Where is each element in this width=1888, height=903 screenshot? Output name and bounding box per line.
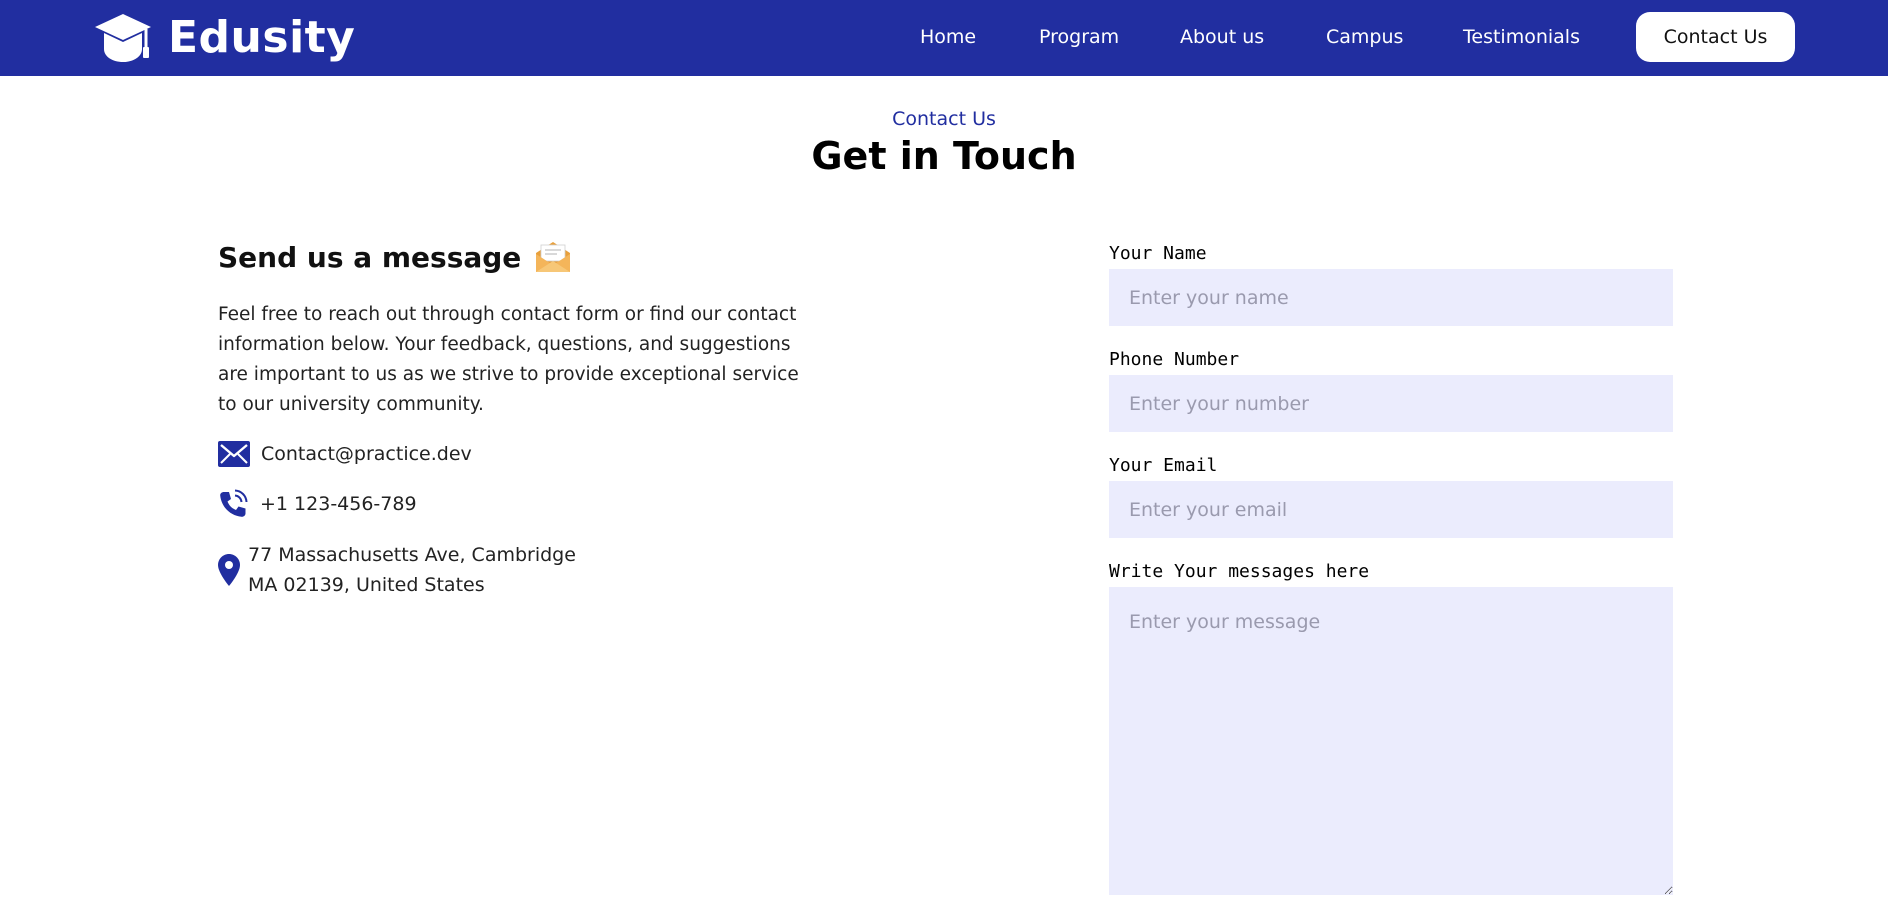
nav-link-program[interactable]: Program [1039,26,1119,48]
contact-address: 77 Massachusetts Ave, Cambridge MA 02139… [248,540,576,600]
contact-email[interactable]: Contact@practice.dev [261,439,472,469]
message-paragraph: Feel free to reach out through contact f… [218,304,799,415]
phone-input[interactable] [1109,375,1673,432]
email-label: Your Email [1109,455,1218,476]
message-textarea[interactable] [1109,587,1673,895]
brand-logo[interactable]: Edusity [94,10,355,66]
message-label: Write Your messages here [1109,561,1370,582]
brand-name: Edusity [168,12,356,63]
name-label: Your Name [1109,243,1207,264]
address-line-2: MA 02139, United States [248,574,485,596]
message-heading: Send us a message [218,240,573,274]
contact-phone-row: +1 123-456-789 [218,489,417,519]
navbar: Edusity Home Program About us Campus Tes… [0,0,1888,76]
address-line-1: 77 Massachusetts Ave, Cambridge [248,544,576,566]
page-title: Get in Touch [811,134,1077,178]
phone-label: Phone Number [1109,349,1240,370]
nav-link-home[interactable]: Home [920,26,976,48]
mail-icon [218,441,250,467]
envelope-emoji-icon [536,242,571,272]
location-pin-icon [218,554,240,586]
contact-address-row: 77 Massachusetts Ave, Cambridge MA 02139… [218,540,576,600]
message-heading-text: Send us a message [218,240,522,274]
nav-link-campus[interactable]: Campus [1326,26,1403,48]
nav-link-about-us[interactable]: About us [1180,26,1264,48]
contact-phone[interactable]: +1 123-456-789 [260,489,417,519]
email-input[interactable] [1109,481,1673,538]
contact-email-row: Contact@practice.dev [218,439,472,469]
contact-us-button[interactable]: Contact Us [1636,12,1795,62]
section-kicker: Contact Us [892,108,996,130]
name-input[interactable] [1109,269,1673,326]
graduation-cap-icon [95,14,151,62]
phone-icon [220,489,248,517]
nav-link-testimonials[interactable]: Testimonials [1463,26,1580,48]
